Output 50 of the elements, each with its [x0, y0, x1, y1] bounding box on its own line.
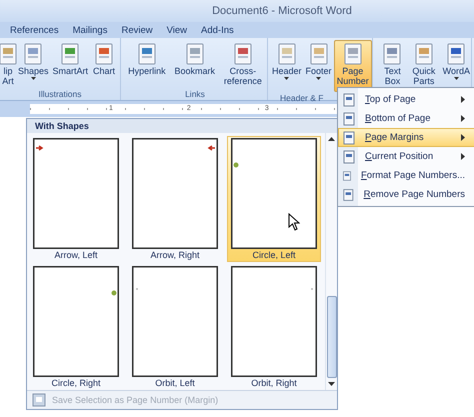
ribbon-button[interactable]: Header: [270, 40, 304, 82]
ribbon-button[interactable]: Shapes: [16, 40, 51, 82]
gallery-item-label: Arrow, Left: [54, 250, 98, 261]
window-title: Document6 - Microsoft Word: [212, 5, 352, 17]
menu-item[interactable]: Format Page Numbers...: [338, 166, 474, 185]
menu-item[interactable]: Page Margins: [338, 128, 474, 147]
gallery-item[interactable]: Circle, Left: [227, 136, 321, 262]
page-icon: [342, 150, 356, 164]
page-icon: [342, 130, 356, 144]
scroll-down-icon[interactable]: [328, 382, 335, 386]
ribbon-button[interactable]: Chart: [90, 40, 118, 78]
menu-item[interactable]: Current Position: [338, 147, 474, 166]
ribbon-button[interactable]: WordA: [442, 40, 471, 82]
group-label: Illustrations: [38, 88, 82, 100]
ribbon-button[interactable]: Bookmark: [174, 40, 216, 78]
gallery-item[interactable]: Arrow, Right: [128, 136, 222, 262]
gallery-item-label: Circle, Right: [51, 378, 100, 389]
gallery-heading: With Shapes: [27, 119, 337, 133]
ribbon-button[interactable]: Hyperlink: [126, 40, 168, 78]
gallery-item-label: Circle, Left: [252, 250, 296, 261]
menu-item[interactable]: Bottom of Page: [338, 109, 474, 128]
gallery-item[interactable]: Orbit, Right: [227, 264, 321, 390]
ribbon-tab[interactable]: Add-Ins: [201, 24, 234, 36]
ribbon-tab[interactable]: References: [10, 24, 59, 36]
group-label: Links: [185, 88, 205, 100]
gallery-item-label: Orbit, Left: [155, 378, 195, 389]
ribbon-button[interactable]: Page Number: [334, 40, 372, 92]
page-icon: [342, 112, 356, 126]
ribbon-button[interactable]: Footer: [304, 40, 334, 82]
scroll-up-icon[interactable]: [328, 137, 335, 141]
scrollbar[interactable]: [325, 133, 337, 390]
gallery-item[interactable]: Circle, Right: [29, 264, 123, 390]
gallery-item-label: Orbit, Right: [251, 378, 297, 389]
gallery-item[interactable]: Orbit, Left: [128, 264, 222, 390]
scroll-thumb[interactable]: [326, 296, 336, 378]
group-label: Header & F: [280, 92, 324, 104]
ribbon-button[interactable]: SmartArt: [50, 40, 90, 78]
menu-item[interactable]: Top of Page: [338, 90, 474, 109]
page-icon: [342, 168, 352, 182]
page-icon: [342, 188, 355, 202]
ribbon-button[interactable]: lip Art: [0, 40, 16, 88]
gallery-item[interactable]: Arrow, Left: [29, 136, 123, 262]
ribbon-tab[interactable]: Review: [121, 24, 153, 36]
ribbon-tab[interactable]: View: [166, 24, 188, 36]
ribbon-button[interactable]: Cross-reference: [222, 40, 264, 88]
ribbon-tab[interactable]: Mailings: [72, 24, 108, 36]
mouse-cursor-icon: [288, 213, 300, 231]
menu-item[interactable]: Remove Page Numbers: [338, 185, 474, 204]
page-icon: [342, 92, 356, 106]
gallery-item-label: Arrow, Right: [150, 250, 200, 261]
